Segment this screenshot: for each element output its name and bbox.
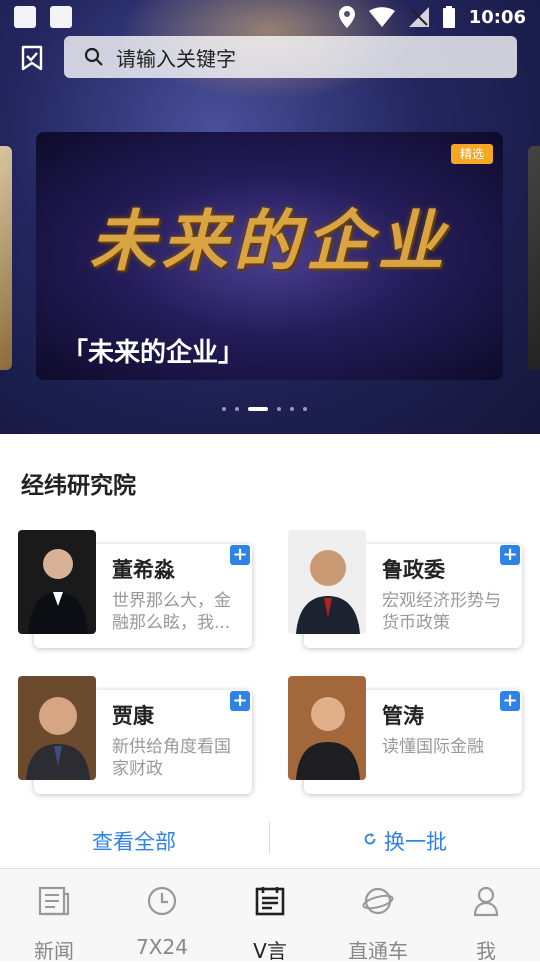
news-icon [38, 886, 70, 916]
featured-badge: 精选 [451, 144, 493, 164]
v-opinion-icon [255, 887, 285, 916]
planet-icon [362, 887, 394, 915]
expert-description: 读懂国际金融 [382, 737, 484, 757]
bookmark-icon[interactable] [18, 44, 46, 72]
prev-banner-peek[interactable] [0, 146, 12, 370]
tab-news[interactable]: 新闻 [0, 869, 108, 963]
tab-express[interactable]: 直通车 [324, 869, 432, 963]
search-bar[interactable]: 请输入关键字 [64, 36, 517, 78]
follow-plus-icon[interactable]: + [230, 545, 250, 565]
tab-me[interactable]: 我 [432, 869, 540, 963]
location-icon [338, 6, 355, 28]
expert-photo[interactable] [18, 530, 96, 634]
expert-photo[interactable] [288, 530, 366, 634]
tab-7x24[interactable]: 7X24 [108, 869, 216, 961]
carousel-dot [222, 407, 226, 411]
image-notification-icon [50, 6, 72, 28]
carousel-dot [235, 407, 239, 411]
tab-v-opinion[interactable]: V言 [216, 869, 324, 963]
carousel-dot [277, 407, 281, 411]
section-title: 经纬研究院 [21, 473, 136, 499]
no-signal-icon [408, 7, 429, 27]
carousel-indicator [222, 407, 307, 411]
follow-plus-icon[interactable]: + [500, 545, 520, 565]
featured-banner[interactable]: 未来的企业 「未来的企业」 [36, 132, 503, 380]
search-icon [84, 47, 103, 66]
banner-artwork-title: 未来的企业 [89, 202, 450, 280]
clock-time: 10:06 [468, 6, 526, 28]
expert-description: 世界那么大，金融那么眩，我... [112, 591, 231, 633]
status-bar: 10:06 [0, 0, 540, 34]
banner-caption: 「未来的企业」 [62, 338, 245, 368]
view-all-button[interactable]: 查看全部 [92, 826, 176, 856]
wifi-icon [368, 7, 395, 27]
expert-name: 管涛 [382, 704, 424, 728]
actions-divider [269, 822, 270, 854]
expert-name: 贾康 [112, 704, 154, 728]
clock-icon [147, 886, 177, 916]
search-input[interactable]: 请输入关键字 [116, 43, 236, 72]
expert-description: 新供给角度看国家财政 [112, 737, 231, 779]
section-actions: 查看全部 换一批 [0, 818, 540, 862]
expert-name: 董希淼 [112, 558, 175, 582]
header-hero: 10:06 请输入关键字 未来的企业 「未来的企业」 精选 [0, 0, 540, 434]
profile-icon [473, 886, 499, 917]
next-banner-peek[interactable] [528, 146, 540, 370]
app-notification-icon [14, 6, 36, 28]
carousel-dot [290, 407, 294, 411]
battery-icon [442, 6, 455, 28]
bottom-tab-bar: 新闻 7X24 V言 直通车 我 [0, 868, 540, 963]
refresh-button[interactable]: 换一批 [384, 826, 447, 856]
expert-name: 鲁政委 [382, 558, 445, 582]
tab-label: 7X24 [136, 935, 188, 959]
refresh-icon[interactable] [363, 832, 377, 846]
carousel-dot [303, 407, 307, 411]
carousel-dot-active [248, 407, 268, 411]
follow-plus-icon[interactable]: + [500, 691, 520, 711]
expert-photo[interactable] [288, 676, 366, 780]
expert-photo[interactable] [18, 676, 96, 780]
expert-description: 宏观经济形势与货币政策 [382, 591, 501, 633]
follow-plus-icon[interactable]: + [230, 691, 250, 711]
